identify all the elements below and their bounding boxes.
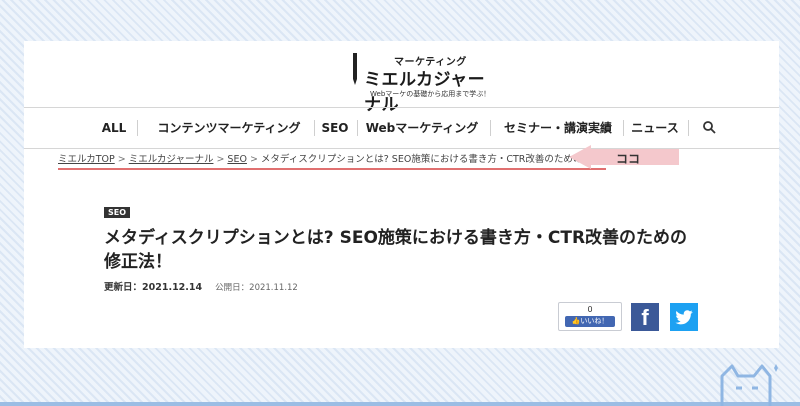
breadcrumb-separator: > — [216, 154, 225, 165]
site-logo[interactable]: マーケティング ミエルカジャーナル Webマーケの基礎から応用まで学ぶ！ — [352, 49, 502, 115]
nav-item-web-marketing[interactable]: Webマーケティング — [358, 108, 486, 148]
facebook-icon: f — [641, 305, 649, 330]
like-count: 0 — [587, 305, 593, 314]
nav-item-news[interactable]: ニュース — [624, 108, 686, 148]
published-label: 公開日： — [215, 283, 250, 293]
article-title: メタディスクリプションとは? SEO施策における書き方・CTR改善のための修正法… — [104, 228, 688, 272]
nav-item-content-marketing[interactable]: コンテンツマーケティング — [145, 108, 313, 148]
updated-date: 2021.12.14 — [142, 282, 203, 293]
like-button[interactable]: 👍いいね！ — [565, 316, 615, 327]
nav-item-all[interactable]: ALL — [94, 108, 134, 148]
search-icon[interactable] — [702, 120, 716, 134]
article-dates: 更新日：2021.12.14 公開日：2021.11.12 — [104, 279, 298, 293]
nav-divider — [137, 120, 138, 136]
nav-item-seo[interactable]: SEO — [315, 108, 355, 148]
like-widget: 0 👍いいね！ — [558, 302, 622, 331]
main-nav: ALL コンテンツマーケティング SEO Webマーケティング セミナー・講演実… — [24, 107, 779, 149]
breadcrumb-current: メタディスクリプションとは? SEO施策における書き方・CTR改善のための修正法… — [260, 154, 621, 165]
nav-item-seminar[interactable]: セミナー・講演実績 — [491, 108, 625, 148]
category-badge[interactable]: SEO — [104, 207, 131, 218]
breadcrumb-link-journal[interactable]: ミエルカジャーナル — [129, 154, 214, 165]
cat-mascot-icon — [720, 364, 778, 406]
bottom-accent-bar — [0, 402, 800, 406]
published-date: 公開日：2021.11.12 — [215, 283, 298, 293]
breadcrumb-separator: > — [249, 154, 258, 165]
logo-tagline: Webマーケの基礎から応用まで学ぶ！ — [370, 90, 491, 98]
page-card: マーケティング ミエルカジャーナル Webマーケの基礎から応用まで学ぶ！ ALL… — [24, 41, 779, 348]
breadcrumb-link-top[interactable]: ミエルカTOP — [58, 154, 115, 165]
updated-label: 更新日： — [104, 282, 143, 293]
like-button-label: いいね！ — [580, 317, 609, 325]
nav-divider — [688, 120, 689, 136]
pen-icon — [353, 53, 357, 85]
published-value: 2021.11.12 — [249, 283, 298, 293]
breadcrumb-separator: > — [117, 154, 126, 165]
callout-label: ココ — [616, 152, 641, 166]
breadcrumb-link-seo[interactable]: SEO — [227, 154, 247, 165]
breadcrumb-highlight-underline — [58, 168, 606, 170]
breadcrumb: ミエルカTOP > ミエルカジャーナル > SEO > メタディスクリプションとは? SEO… — [58, 151, 620, 165]
facebook-share-button[interactable]: f — [631, 303, 659, 331]
twitter-icon — [675, 310, 693, 325]
twitter-share-button[interactable] — [670, 303, 698, 331]
